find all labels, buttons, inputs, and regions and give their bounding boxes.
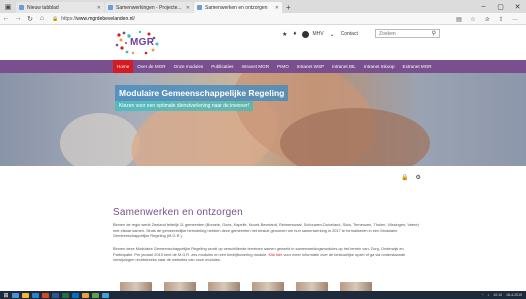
contact-link[interactable]: Contact (341, 31, 358, 37)
browser-address-bar: ← → ↻ ⌂ 🔒 https:// www.mgrdebevelanden.n… (0, 13, 526, 25)
outlook-icon[interactable] (72, 292, 79, 298)
clock-date[interactable]: 18-4-2019 (506, 293, 522, 297)
hero-banner: Modulaire Gemeenschappelijke Regeling Ki… (0, 73, 526, 166)
search-box: ⚲ (375, 29, 440, 38)
windows-start-icon[interactable]: ⊞ (0, 292, 12, 299)
word-icon[interactable] (52, 292, 59, 298)
content-toolbar: 🔒 ⚙ (394, 174, 421, 181)
system-tray: ◔ ♪ 10:10 18-4-2019 (477, 291, 522, 299)
hero-subtitle: Kiezen voor een optimale dienstverlening… (115, 101, 254, 111)
forward-icon[interactable]: → (12, 13, 24, 25)
browser-tab[interactable]: Nieuw tabblad ✕ (16, 2, 104, 13)
lock-icon[interactable]: 🔒 (401, 174, 408, 181)
app-icon[interactable] (102, 292, 109, 298)
nav-item-pimo[interactable]: PIMO (273, 60, 293, 73)
nav-item-intranet-inkoop[interactable]: Intranet Inkoop (360, 60, 399, 73)
settings-gear-icon[interactable]: ⚙ (415, 174, 420, 181)
tab-title: Nieuw tabblad (27, 4, 59, 11)
tab-title: Samenwerken en ontzorgen (205, 4, 268, 11)
nav-item-intranet-mgr[interactable]: Intranet MGR (237, 60, 273, 73)
lock-icon: 🔒 (52, 15, 59, 22)
modules-paragraph: Binnen deze Modulaire Gemeenschappelijke… (113, 246, 425, 263)
tab-close-icon[interactable]: ✕ (186, 5, 190, 11)
maximize-icon[interactable]: ▢ (492, 0, 509, 13)
more-menu-icon[interactable]: … (508, 16, 522, 22)
search-taskbar-icon[interactable] (12, 292, 19, 298)
os-taskbar: ⊞ ◔ ♪ 10:10 18-4-2019 (0, 291, 526, 299)
chevron-down-icon[interactable]: ⌄ (330, 31, 335, 38)
url-prefix: https:// (61, 15, 77, 22)
tab-favicon-icon (19, 5, 24, 10)
share-icon[interactable]: ⇪ (494, 16, 508, 23)
back-icon[interactable]: ← (0, 13, 12, 25)
favorite-star-icon[interactable]: ☆ (466, 16, 480, 23)
nav-item-publicaties[interactable]: Publicaties (207, 60, 237, 73)
browser-tab-active[interactable]: Samenwerken en ontzorgen ✕ (194, 2, 282, 13)
user-name[interactable]: MHV (312, 31, 323, 37)
click-here-link[interactable]: Klik hier (269, 252, 283, 257)
site-header: MGR ★ ♦ MHV ⌄ Contact ⚲ (0, 25, 526, 60)
nav-item-intranet-wsp[interactable]: Intranet WSP (293, 60, 328, 73)
file-explorer-icon[interactable] (22, 292, 29, 298)
refresh-icon[interactable]: ↻ (24, 13, 36, 25)
nav-item-extranet-mgr[interactable]: Extranet MGR (399, 60, 436, 73)
header-user-area: ★ ♦ MHV ⌄ Contact (282, 29, 364, 39)
new-tab-button[interactable]: + (286, 2, 291, 13)
page-title: Samenwerken en ontzorgen (113, 207, 243, 218)
tab-title: Samenwerkingen - Projecte... (116, 4, 182, 11)
hero-image-shape (280, 108, 430, 166)
tab-favicon-icon (197, 5, 202, 10)
avatar[interactable] (302, 30, 310, 38)
nav-item-home[interactable]: Home (113, 60, 134, 73)
intro-paragraph: Binnen de regio werkt Zeeland feitelijk … (113, 222, 419, 239)
page-root: ▣ Nieuw tabblad ✕ Samenwerkingen - Proje… (0, 0, 526, 299)
logo-text: MGR (130, 37, 155, 48)
tab-favicon-icon (108, 5, 113, 10)
url-field[interactable]: 🔒 https:// www.mgrdebevelanden.nl / (52, 16, 135, 22)
browser-tab-bar: ▣ Nieuw tabblad ✕ Samenwerkingen - Proje… (0, 0, 526, 13)
powerpoint-icon[interactable] (42, 292, 49, 298)
folder-icon[interactable] (82, 292, 89, 298)
url-path: / (133, 15, 135, 22)
tab-close-icon[interactable]: ✕ (275, 5, 279, 11)
tab-close-icon[interactable]: ✕ (97, 5, 101, 11)
volume-icon[interactable]: ♪ (488, 293, 490, 297)
edge-browser-icon[interactable] (32, 292, 39, 298)
home-icon[interactable]: ⌂ (36, 13, 48, 25)
minimize-icon[interactable]: – (475, 0, 492, 13)
url-domain: www.mgrdebevelanden.nl (76, 15, 134, 22)
main-navigation: Home Over de MGR Onze modules Publicatie… (0, 60, 526, 73)
bell-icon[interactable]: ♦ (293, 31, 296, 37)
hero-title: Modulaire Gemeenschappelijke Regeling (115, 85, 289, 101)
network-icon[interactable]: ◔ (481, 293, 483, 297)
nav-item-intranet-ibl[interactable]: Intranet IBL (328, 60, 360, 73)
window-controls: – ▢ ✕ (475, 0, 526, 13)
favorites-hub-icon[interactable]: ✰ (480, 16, 494, 23)
clock-time[interactable]: 10:10 (493, 293, 502, 297)
browser-tab[interactable]: Samenwerkingen - Projecte... ✕ (105, 2, 193, 13)
excel-icon[interactable] (62, 292, 69, 298)
reading-view-icon[interactable]: ▤ (452, 16, 466, 23)
browser-tools: ▤ ☆ ✰ ⇪ … (452, 13, 522, 25)
nav-item-onze-modules[interactable]: Onze modules (170, 60, 208, 73)
tab-actions-icon[interactable]: ▣ (0, 0, 16, 13)
hero-image-shape (60, 113, 140, 166)
search-icon[interactable]: ⚲ (432, 30, 436, 37)
search-input[interactable] (379, 31, 427, 37)
app-icon[interactable] (92, 292, 99, 298)
star-icon[interactable]: ★ (282, 31, 287, 38)
close-window-icon[interactable]: ✕ (509, 0, 526, 13)
nav-item-over-de-mgr[interactable]: Over de MGR (133, 60, 169, 73)
